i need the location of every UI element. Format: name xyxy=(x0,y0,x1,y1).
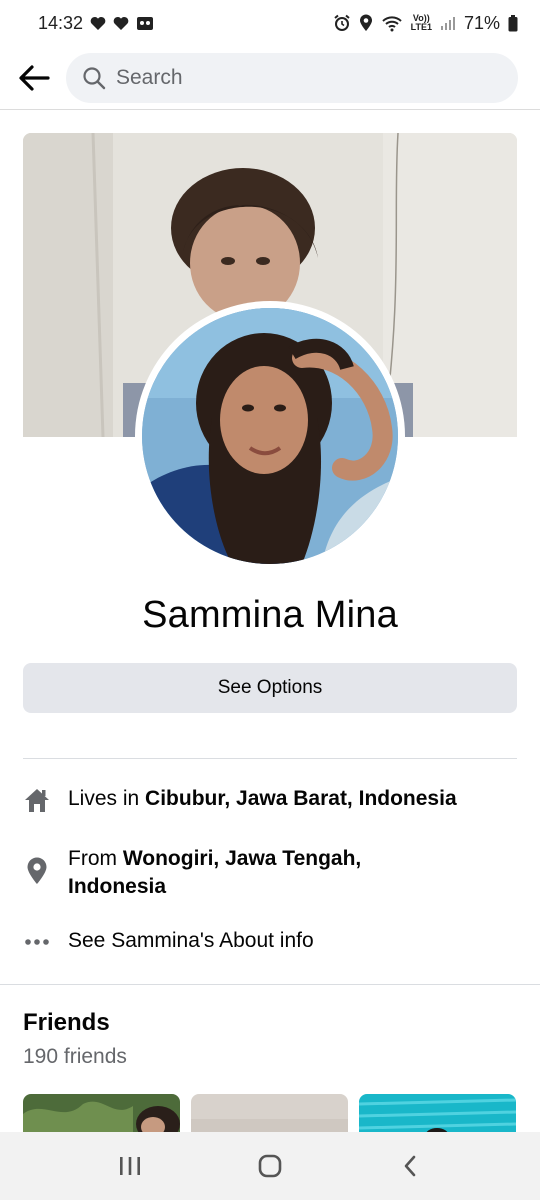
lives-in-place: Cibubur, Jawa Barat, Indonesia xyxy=(145,787,457,810)
battery-percent: 71% xyxy=(463,12,500,33)
more-dots-icon xyxy=(23,928,51,956)
heart-icon xyxy=(113,16,129,31)
back-button[interactable] xyxy=(16,60,52,96)
location-icon xyxy=(359,14,373,32)
section-separator xyxy=(0,984,540,985)
recents-icon xyxy=(120,1157,140,1175)
profile-name: Sammina Mina xyxy=(142,594,398,636)
friends-count: 190 friends xyxy=(23,1045,127,1068)
wifi-icon xyxy=(381,14,403,32)
alarm-icon xyxy=(333,14,351,32)
search-bar[interactable] xyxy=(66,52,518,103)
arrow-left-icon xyxy=(19,64,50,91)
lte-indicator: Vo)) LTE1 xyxy=(410,13,432,32)
see-about-info-link[interactable]: See Sammina's About info xyxy=(23,928,314,956)
friends-title[interactable]: Friends xyxy=(23,1009,110,1037)
signal-icon xyxy=(440,15,456,31)
search-input[interactable] xyxy=(116,65,502,90)
chevron-left-icon xyxy=(404,1155,416,1177)
info-lives-in: Lives in Cibubur, Jawa Barat, Indonesia xyxy=(23,786,457,814)
home-button[interactable] xyxy=(240,1136,300,1196)
home-circle-icon xyxy=(258,1154,282,1178)
status-bar: 14:32 Vo)) LTE1 71% xyxy=(0,0,540,46)
info-from: From Wonogiri, Jawa Tengah, Indonesia xyxy=(23,845,443,901)
divider xyxy=(23,758,517,759)
voicemail-icon xyxy=(136,16,154,31)
see-options-button[interactable]: See Options xyxy=(23,663,517,713)
recents-button[interactable] xyxy=(100,1136,160,1196)
location-pin-icon xyxy=(23,857,51,885)
search-icon xyxy=(82,66,106,90)
system-nav-bar xyxy=(0,1132,540,1200)
nav-back-button[interactable] xyxy=(380,1136,440,1196)
search-header xyxy=(0,46,540,110)
home-icon xyxy=(23,786,51,814)
status-time: 14:32 xyxy=(38,12,84,33)
battery-icon xyxy=(508,14,518,32)
heart-icon xyxy=(90,16,106,31)
profile-picture[interactable] xyxy=(135,301,405,571)
